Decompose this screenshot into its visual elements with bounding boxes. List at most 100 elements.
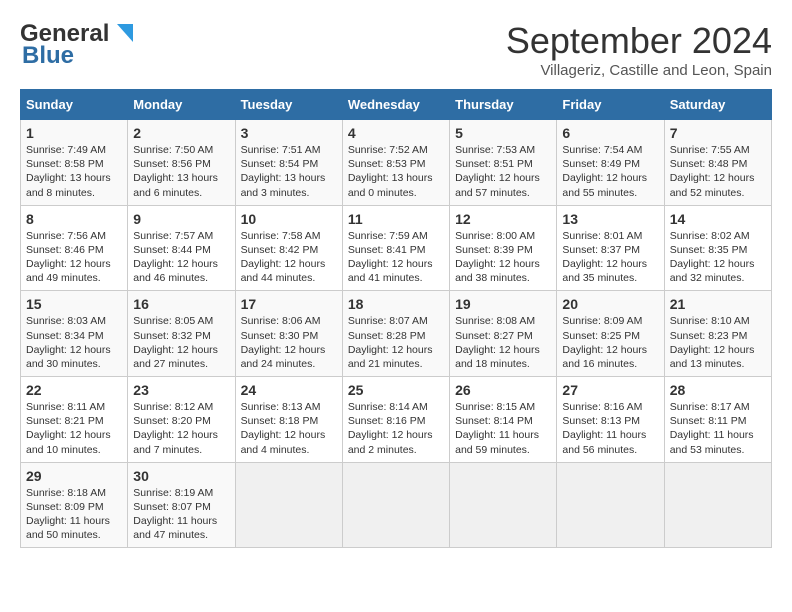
calendar-cell: 20 Sunrise: 8:09 AM Sunset: 8:25 PM Dayl… bbox=[557, 291, 664, 377]
daylight-label: Daylight: 12 hours and 55 minutes. bbox=[562, 172, 647, 198]
header-wednesday: Wednesday bbox=[342, 90, 449, 120]
sunrise-label: Sunrise: 8:16 AM bbox=[562, 401, 642, 413]
sunrise-label: Sunrise: 8:11 AM bbox=[26, 401, 105, 413]
day-number: 13 bbox=[562, 211, 658, 227]
daylight-label: Daylight: 12 hours and 32 minutes. bbox=[670, 258, 755, 284]
sunset-label: Sunset: 8:37 PM bbox=[562, 244, 640, 256]
cell-content: Sunrise: 7:58 AM Sunset: 8:42 PM Dayligh… bbox=[241, 229, 337, 286]
day-number: 2 bbox=[133, 125, 229, 141]
sunrise-label: Sunrise: 7:52 AM bbox=[348, 144, 428, 156]
sunset-label: Sunset: 8:21 PM bbox=[26, 415, 104, 427]
sunset-label: Sunset: 8:18 PM bbox=[241, 415, 319, 427]
calendar-cell: 9 Sunrise: 7:57 AM Sunset: 8:44 PM Dayli… bbox=[128, 205, 235, 291]
cell-content: Sunrise: 8:16 AM Sunset: 8:13 PM Dayligh… bbox=[562, 400, 658, 457]
sunset-label: Sunset: 8:23 PM bbox=[670, 330, 748, 342]
sunset-label: Sunset: 8:42 PM bbox=[241, 244, 319, 256]
calendar-cell: 4 Sunrise: 7:52 AM Sunset: 8:53 PM Dayli… bbox=[342, 120, 449, 206]
sunrise-label: Sunrise: 7:51 AM bbox=[241, 144, 321, 156]
daylight-label: Daylight: 13 hours and 0 minutes. bbox=[348, 172, 433, 198]
sunrise-label: Sunrise: 7:56 AM bbox=[26, 230, 106, 242]
daylight-label: Daylight: 12 hours and 38 minutes. bbox=[455, 258, 540, 284]
cell-content: Sunrise: 7:56 AM Sunset: 8:46 PM Dayligh… bbox=[26, 229, 122, 286]
calendar-cell: 1 Sunrise: 7:49 AM Sunset: 8:58 PM Dayli… bbox=[21, 120, 128, 206]
sunset-label: Sunset: 8:54 PM bbox=[241, 158, 319, 170]
calendar-cell: 25 Sunrise: 8:14 AM Sunset: 8:16 PM Dayl… bbox=[342, 377, 449, 463]
day-number: 16 bbox=[133, 296, 229, 312]
page-header: General Blue September 2024 Villageriz, … bbox=[20, 20, 772, 79]
calendar-cell bbox=[664, 462, 771, 548]
calendar-cell: 11 Sunrise: 7:59 AM Sunset: 8:41 PM Dayl… bbox=[342, 205, 449, 291]
calendar-cell bbox=[557, 462, 664, 548]
sunrise-label: Sunrise: 8:05 AM bbox=[133, 315, 213, 327]
calendar-cell bbox=[450, 462, 557, 548]
sunset-label: Sunset: 8:49 PM bbox=[562, 158, 640, 170]
calendar-week-5: 29 Sunrise: 8:18 AM Sunset: 8:09 PM Dayl… bbox=[21, 462, 772, 548]
cell-content: Sunrise: 8:17 AM Sunset: 8:11 PM Dayligh… bbox=[670, 400, 766, 457]
calendar-week-4: 22 Sunrise: 8:11 AM Sunset: 8:21 PM Dayl… bbox=[21, 377, 772, 463]
day-number: 6 bbox=[562, 125, 658, 141]
daylight-label: Daylight: 12 hours and 57 minutes. bbox=[455, 172, 540, 198]
day-number: 28 bbox=[670, 382, 766, 398]
day-number: 4 bbox=[348, 125, 444, 141]
header-saturday: Saturday bbox=[664, 90, 771, 120]
sunset-label: Sunset: 8:27 PM bbox=[455, 330, 533, 342]
sunrise-label: Sunrise: 8:09 AM bbox=[562, 315, 642, 327]
day-number: 15 bbox=[26, 296, 122, 312]
day-number: 30 bbox=[133, 468, 229, 484]
cell-content: Sunrise: 8:10 AM Sunset: 8:23 PM Dayligh… bbox=[670, 314, 766, 371]
cell-content: Sunrise: 8:05 AM Sunset: 8:32 PM Dayligh… bbox=[133, 314, 229, 371]
day-number: 7 bbox=[670, 125, 766, 141]
cell-content: Sunrise: 8:01 AM Sunset: 8:37 PM Dayligh… bbox=[562, 229, 658, 286]
calendar-week-1: 1 Sunrise: 7:49 AM Sunset: 8:58 PM Dayli… bbox=[21, 120, 772, 206]
day-number: 20 bbox=[562, 296, 658, 312]
daylight-label: Daylight: 12 hours and 27 minutes. bbox=[133, 344, 218, 370]
sunrise-label: Sunrise: 8:14 AM bbox=[348, 401, 428, 413]
cell-content: Sunrise: 8:18 AM Sunset: 8:09 PM Dayligh… bbox=[26, 486, 122, 543]
sunrise-label: Sunrise: 8:18 AM bbox=[26, 487, 106, 499]
sunrise-label: Sunrise: 8:08 AM bbox=[455, 315, 535, 327]
calendar-cell: 5 Sunrise: 7:53 AM Sunset: 8:51 PM Dayli… bbox=[450, 120, 557, 206]
sunrise-label: Sunrise: 8:10 AM bbox=[670, 315, 750, 327]
calendar-cell: 21 Sunrise: 8:10 AM Sunset: 8:23 PM Dayl… bbox=[664, 291, 771, 377]
calendar-cell bbox=[235, 462, 342, 548]
daylight-label: Daylight: 13 hours and 6 minutes. bbox=[133, 172, 218, 198]
sunset-label: Sunset: 8:46 PM bbox=[26, 244, 104, 256]
cell-content: Sunrise: 8:03 AM Sunset: 8:34 PM Dayligh… bbox=[26, 314, 122, 371]
day-number: 25 bbox=[348, 382, 444, 398]
day-number: 26 bbox=[455, 382, 551, 398]
calendar-cell: 6 Sunrise: 7:54 AM Sunset: 8:49 PM Dayli… bbox=[557, 120, 664, 206]
day-number: 18 bbox=[348, 296, 444, 312]
logo: General Blue bbox=[20, 20, 137, 70]
calendar-cell: 22 Sunrise: 8:11 AM Sunset: 8:21 PM Dayl… bbox=[21, 377, 128, 463]
day-number: 21 bbox=[670, 296, 766, 312]
sunset-label: Sunset: 8:14 PM bbox=[455, 415, 533, 427]
daylight-label: Daylight: 12 hours and 44 minutes. bbox=[241, 258, 326, 284]
calendar-table: SundayMondayTuesdayWednesdayThursdayFrid… bbox=[20, 89, 772, 548]
sunset-label: Sunset: 8:48 PM bbox=[670, 158, 748, 170]
calendar-cell: 10 Sunrise: 7:58 AM Sunset: 8:42 PM Dayl… bbox=[235, 205, 342, 291]
header-monday: Monday bbox=[128, 90, 235, 120]
daylight-label: Daylight: 11 hours and 53 minutes. bbox=[670, 429, 754, 455]
calendar-week-3: 15 Sunrise: 8:03 AM Sunset: 8:34 PM Dayl… bbox=[21, 291, 772, 377]
day-number: 24 bbox=[241, 382, 337, 398]
daylight-label: Daylight: 12 hours and 52 minutes. bbox=[670, 172, 755, 198]
calendar-cell: 17 Sunrise: 8:06 AM Sunset: 8:30 PM Dayl… bbox=[235, 291, 342, 377]
sunset-label: Sunset: 8:56 PM bbox=[133, 158, 211, 170]
cell-content: Sunrise: 8:02 AM Sunset: 8:35 PM Dayligh… bbox=[670, 229, 766, 286]
cell-content: Sunrise: 8:13 AM Sunset: 8:18 PM Dayligh… bbox=[241, 400, 337, 457]
sunrise-label: Sunrise: 8:03 AM bbox=[26, 315, 106, 327]
sunrise-label: Sunrise: 8:06 AM bbox=[241, 315, 321, 327]
title-block: September 2024 Villageriz, Castille and … bbox=[506, 20, 772, 79]
day-number: 19 bbox=[455, 296, 551, 312]
sunrise-label: Sunrise: 8:17 AM bbox=[670, 401, 750, 413]
header-tuesday: Tuesday bbox=[235, 90, 342, 120]
daylight-label: Daylight: 11 hours and 50 minutes. bbox=[26, 515, 110, 541]
daylight-label: Daylight: 12 hours and 16 minutes. bbox=[562, 344, 647, 370]
sunset-label: Sunset: 8:28 PM bbox=[348, 330, 426, 342]
header-thursday: Thursday bbox=[450, 90, 557, 120]
cell-content: Sunrise: 8:12 AM Sunset: 8:20 PM Dayligh… bbox=[133, 400, 229, 457]
cell-content: Sunrise: 8:07 AM Sunset: 8:28 PM Dayligh… bbox=[348, 314, 444, 371]
sunset-label: Sunset: 8:34 PM bbox=[26, 330, 104, 342]
calendar-cell: 16 Sunrise: 8:05 AM Sunset: 8:32 PM Dayl… bbox=[128, 291, 235, 377]
day-number: 10 bbox=[241, 211, 337, 227]
